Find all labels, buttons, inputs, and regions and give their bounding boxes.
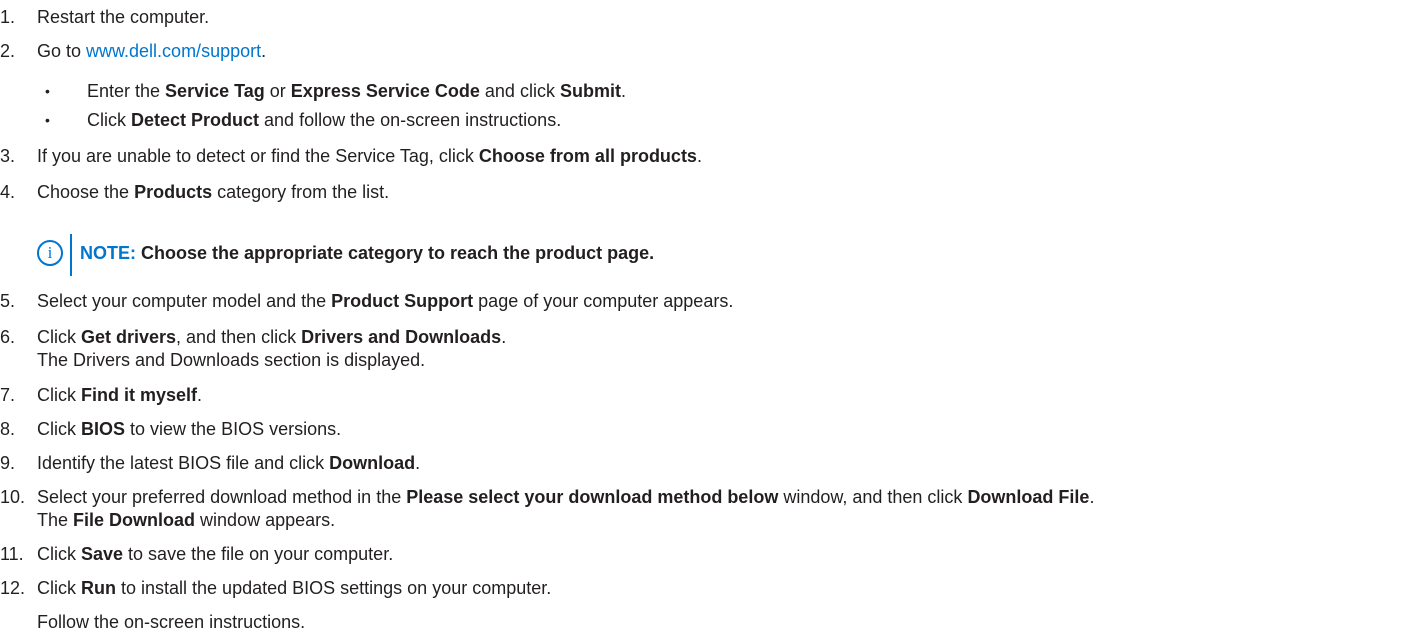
bullet: • (45, 83, 50, 99)
substep-text-post: . (620, 81, 626, 101)
step-text-post: to save the file on your computer. (123, 544, 394, 564)
step-number: 8. (0, 419, 16, 439)
express-service-code-label: Express Service Code (290, 81, 480, 101)
step-text: Click Run to install the updated BIOS se… (37, 577, 551, 599)
substep-text-pre: Click (87, 110, 131, 130)
step-text-post: . (696, 146, 702, 166)
step-text-pre: Click (37, 385, 81, 405)
step-text-pre: Click (37, 544, 81, 564)
step-result-text: The File Download window appears. (37, 509, 335, 531)
step-bold: Please select your download method below (406, 487, 779, 507)
step-text: Click Get drivers, and then click Driver… (37, 326, 506, 348)
step-number: 9. (0, 453, 16, 473)
step-bold-2: Drivers and Downloads (301, 327, 502, 347)
step-result-post: window appears. (195, 510, 336, 530)
substep-text-pre: Enter the (87, 81, 166, 101)
step-bold-2: Download File (967, 487, 1090, 507)
note-divider (70, 234, 72, 276)
step-text-post: to view the BIOS versions. (125, 419, 342, 439)
substep-text-mid: or (264, 81, 291, 101)
step-text-post: . (197, 385, 203, 405)
step-bold: Run (81, 578, 116, 598)
step-text-post: category from the list. (212, 182, 390, 202)
step-text: Select your computer model and the Produ… (37, 290, 733, 312)
step-text: Identify the latest BIOS file and click … (37, 452, 420, 474)
step-text-pre: Go to (37, 41, 87, 61)
step-bold: Save (81, 544, 124, 564)
step-text-post: . (415, 453, 421, 473)
step-text: Restart the computer. (37, 7, 210, 27)
step-number: 10. (0, 487, 26, 507)
step-text-post: to install the updated BIOS settings on … (116, 578, 552, 598)
step-bold: Download (329, 453, 416, 473)
substep-text: Click Detect Product and follow the on-s… (87, 109, 561, 131)
submit-label: Submit (559, 81, 621, 101)
step-text-mid: window, and then click (778, 487, 968, 507)
step-text-pre: If you are unable to detect or find the … (37, 146, 479, 166)
info-icon: i (37, 240, 63, 266)
step-text-pre: Select your computer model and the (37, 291, 332, 311)
step-text: Go to www.dell.com/support. (37, 40, 266, 62)
step-text-post: . (1089, 487, 1095, 507)
step-number: 3. (0, 146, 16, 166)
step-result-pre: The (37, 510, 74, 530)
substep-text-mid2: and click (479, 81, 560, 101)
note-body: Choose the appropriate category to reach… (136, 243, 655, 263)
footer-text: Follow the on-screen instructions. (37, 612, 306, 632)
step-text-pre: Select your preferred download method in… (37, 487, 407, 507)
step-number: 11. (0, 544, 24, 564)
step-bold: Get drivers (81, 327, 177, 347)
note-label: NOTE: (80, 243, 136, 263)
dell-support-link[interactable]: www.dell.com/support (86, 41, 261, 61)
step-text: Click Find it myself. (37, 384, 202, 406)
step-number: 12. (0, 578, 26, 598)
step-number: 1. (0, 7, 16, 27)
step-text-pre: Choose the (37, 182, 135, 202)
step-text-post: page of your computer appears. (473, 291, 734, 311)
step-text-pre: Click (37, 419, 81, 439)
step-bold: Products (134, 182, 213, 202)
step-result-bold: File Download (73, 510, 196, 530)
step-text-post: . (501, 327, 507, 347)
step-text-pre: Identify the latest BIOS file and click (37, 453, 330, 473)
step-text: Click Save to save the file on your comp… (37, 543, 393, 565)
service-tag-label: Service Tag (165, 81, 265, 101)
step-number: 4. (0, 182, 16, 202)
step-text: Click BIOS to view the BIOS versions. (37, 418, 341, 440)
step-text: Select your preferred download method in… (37, 486, 1094, 508)
step-text-pre: Click (37, 578, 81, 598)
step-number: 6. (0, 327, 16, 347)
substep-text-post: and follow the on-screen instructions. (259, 110, 562, 130)
step-number: 5. (0, 291, 16, 311)
step-text-mid: , and then click (176, 327, 302, 347)
substep-text: Enter the Service Tag or Express Service… (87, 80, 626, 102)
step-text-post: . (261, 41, 267, 61)
note-text: NOTE: Choose the appropriate category to… (80, 243, 654, 264)
step-bold: BIOS (81, 419, 126, 439)
step-bold: Find it myself (81, 385, 198, 405)
step-bold: Choose from all products (478, 146, 697, 166)
step-result-text: The Drivers and Downloads section is dis… (37, 350, 426, 370)
step-bold: Product Support (331, 291, 474, 311)
step-number: 7. (0, 385, 16, 405)
step-text: Choose the Products category from the li… (37, 181, 389, 203)
step-text: If you are unable to detect or find the … (37, 145, 702, 167)
detect-product-label: Detect Product (131, 110, 260, 130)
bullet: • (45, 112, 50, 128)
step-text-pre: Click (37, 327, 81, 347)
step-number: 2. (0, 41, 16, 61)
